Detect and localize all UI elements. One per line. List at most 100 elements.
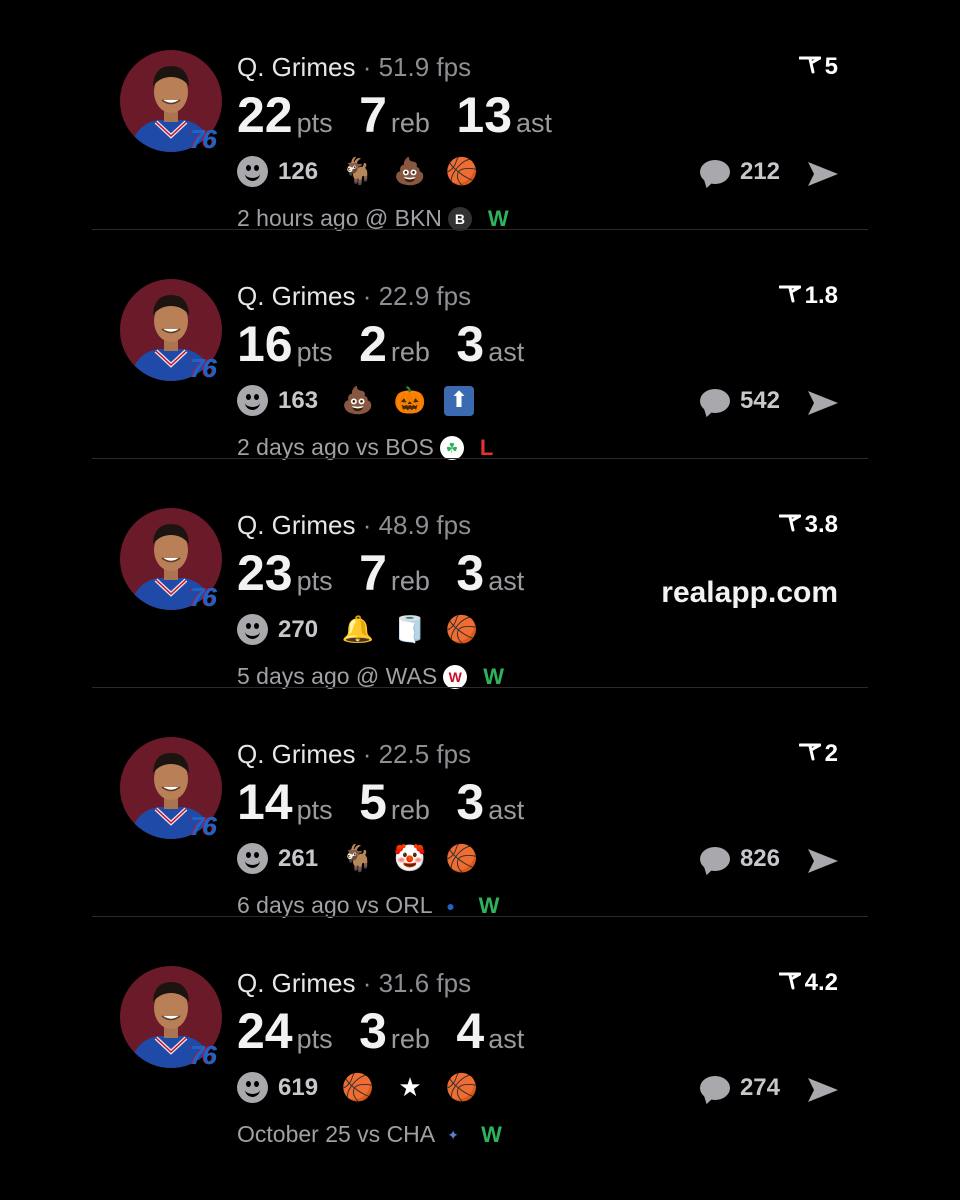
reactions-bar[interactable]: 261 🐐 🤡 🏀 xyxy=(237,843,496,874)
player-emoji[interactable]: 🏀 xyxy=(444,615,480,645)
comments-button[interactable]: 212 xyxy=(699,158,780,186)
vote-score-value: 1.8 xyxy=(804,282,838,309)
bell-emoji[interactable]: 🔔 xyxy=(340,615,376,645)
stat-line: 14 pts 5 reb 3 ast xyxy=(237,773,546,831)
fps-score: · 48.9 fps xyxy=(362,510,472,540)
comment-bubble-icon xyxy=(699,160,730,184)
rebounds-label: reb xyxy=(390,108,430,138)
share-send-icon[interactable] xyxy=(806,1076,840,1104)
opponent-logo-icon: ● xyxy=(438,893,463,918)
clown-emoji[interactable]: 🤡 xyxy=(392,844,428,874)
vote-flag-icon xyxy=(778,514,801,532)
player-emoji[interactable]: 🏀 xyxy=(444,1073,480,1103)
vote-score[interactable]: 5 xyxy=(798,53,838,81)
game-result: W xyxy=(481,1121,502,1147)
player-name[interactable]: Q. Grimes xyxy=(237,52,355,82)
smile-reaction-icon[interactable] xyxy=(237,385,268,416)
team-logo: 76 xyxy=(190,582,217,612)
goat-emoji[interactable]: 🐐 xyxy=(340,157,376,187)
opponent-logo-icon: W xyxy=(443,664,468,689)
opponent-logo-icon: ✦ xyxy=(441,1122,466,1147)
reaction-count: 163 xyxy=(278,386,319,414)
comments-button[interactable]: 274 xyxy=(699,1074,780,1102)
vote-score[interactable]: 2 xyxy=(798,740,838,768)
player-emoji[interactable]: 🏀 xyxy=(444,844,480,874)
post-card[interactable]: 76 Q. Grimes · 22.9 fps 16 pts 2 reb 3 ast … xyxy=(92,229,868,461)
game-meta: 2 days ago vs BOS ☘ L xyxy=(237,434,493,461)
vote-score[interactable]: 4.2 xyxy=(778,969,838,997)
assists-label: ast xyxy=(488,1024,525,1054)
game-meta: 2 hours ago @ BKN B W xyxy=(237,205,509,232)
poop-emoji[interactable]: 💩 xyxy=(392,157,428,187)
reactions-bar[interactable]: 270 🔔 🧻 🏀 xyxy=(237,614,496,645)
player-name[interactable]: Q. Grimes xyxy=(237,510,355,540)
game-meta: 5 days ago @ WAS W W xyxy=(237,663,504,690)
reactions-bar[interactable]: 163 💩 🎃 ⬆ xyxy=(237,385,490,416)
player-name-line[interactable]: Q. Grimes · 48.9 fps xyxy=(237,510,471,541)
reaction-count: 270 xyxy=(278,615,319,643)
jack-o-lantern-emoji[interactable]: 🎃 xyxy=(392,386,428,416)
vote-score-value: 4.2 xyxy=(804,969,838,996)
player-name-line[interactable]: Q. Grimes · 51.9 fps xyxy=(237,52,471,83)
comments-button[interactable]: 542 xyxy=(699,387,780,415)
china-flag-emoji[interactable]: ★ xyxy=(392,1073,428,1103)
opponent-logo-icon: ☘ xyxy=(439,435,464,460)
reaction-count: 619 xyxy=(278,1073,319,1101)
up-arrow-emoji[interactable]: ⬆ xyxy=(444,385,475,416)
player-name[interactable]: Q. Grimes xyxy=(237,281,355,311)
player-name-line[interactable]: Q. Grimes · 22.9 fps xyxy=(237,281,471,312)
share-send-icon[interactable] xyxy=(806,389,840,417)
vote-flag-icon xyxy=(778,972,801,990)
points-label: pts xyxy=(296,108,333,138)
post-card[interactable]: 76 Q. Grimes · 51.9 fps 22 pts 7 reb 13 ast… xyxy=(92,0,868,232)
post-card[interactable]: 76 Q. Grimes · 22.5 fps 14 pts 5 reb 3 ast … xyxy=(92,687,868,918)
vote-flag-icon xyxy=(798,56,821,74)
toilet-paper-emoji[interactable]: 🧻 xyxy=(392,615,428,645)
assists-value: 3 xyxy=(456,316,485,372)
points-label: pts xyxy=(296,1024,333,1054)
watermark: realapp.com xyxy=(661,576,838,609)
comment-bubble-icon xyxy=(699,1076,730,1100)
post-card[interactable]: 76 Q. Grimes · 48.9 fps 23 pts 7 reb 3 ast … xyxy=(92,458,868,690)
reactions-bar[interactable]: 619 🏀 ★ 🏀 xyxy=(237,1072,496,1103)
smile-reaction-icon[interactable] xyxy=(237,1072,268,1103)
rebounds-value: 5 xyxy=(359,774,387,830)
stat-line: 16 pts 2 reb 3 ast xyxy=(237,315,546,373)
share-send-icon[interactable] xyxy=(806,160,840,188)
player-emoji[interactable]: 🏀 xyxy=(444,157,480,187)
assists-value: 3 xyxy=(456,545,485,601)
rebounds-value: 2 xyxy=(359,316,387,372)
fps-score: · 31.6 fps xyxy=(362,968,472,998)
poop-emoji[interactable]: 💩 xyxy=(340,386,376,416)
share-send-icon[interactable] xyxy=(806,847,840,875)
smile-reaction-icon[interactable] xyxy=(237,843,268,874)
points-label: pts xyxy=(296,337,333,367)
rebounds-value: 7 xyxy=(359,87,387,143)
comments-button[interactable]: 826 xyxy=(699,845,780,873)
vote-score[interactable]: 3.8 xyxy=(778,511,838,539)
smile-reaction-icon[interactable] xyxy=(237,156,268,187)
stat-line: 23 pts 7 reb 3 ast xyxy=(237,544,546,602)
game-result: W xyxy=(483,663,504,689)
game-time-opponent: 6 days ago vs ORL xyxy=(237,892,433,918)
player-name-line[interactable]: Q. Grimes · 31.6 fps xyxy=(237,968,471,999)
smile-reaction-icon[interactable] xyxy=(237,614,268,645)
player-name[interactable]: Q. Grimes xyxy=(237,739,355,769)
vote-score[interactable]: 1.8 xyxy=(778,282,838,310)
post-card[interactable]: 76 Q. Grimes · 31.6 fps 24 pts 3 reb 4 ast … xyxy=(92,916,868,1148)
player-name-line[interactable]: Q. Grimes · 22.5 fps xyxy=(237,739,471,770)
opponent-logo-icon: B xyxy=(447,206,472,231)
reactions-bar[interactable]: 126 🐐 💩 🏀 xyxy=(237,156,496,187)
rebounds-label: reb xyxy=(390,795,430,825)
comment-count: 212 xyxy=(739,158,780,185)
points-value: 16 xyxy=(237,316,293,372)
team-logo: 76 xyxy=(190,353,217,383)
player-name[interactable]: Q. Grimes xyxy=(237,968,355,998)
fps-score: · 22.5 fps xyxy=(362,739,472,769)
goat-emoji[interactable]: 🐐 xyxy=(340,844,376,874)
team-logo: 76 xyxy=(190,124,217,154)
feed: 76 Q. Grimes · 51.9 fps 22 pts 7 reb 13 ast… xyxy=(92,0,868,1148)
game-meta: October 25 vs CHA ✦ W xyxy=(237,1121,502,1148)
comment-count: 826 xyxy=(739,845,780,872)
player-emoji[interactable]: 🏀 xyxy=(340,1073,376,1103)
